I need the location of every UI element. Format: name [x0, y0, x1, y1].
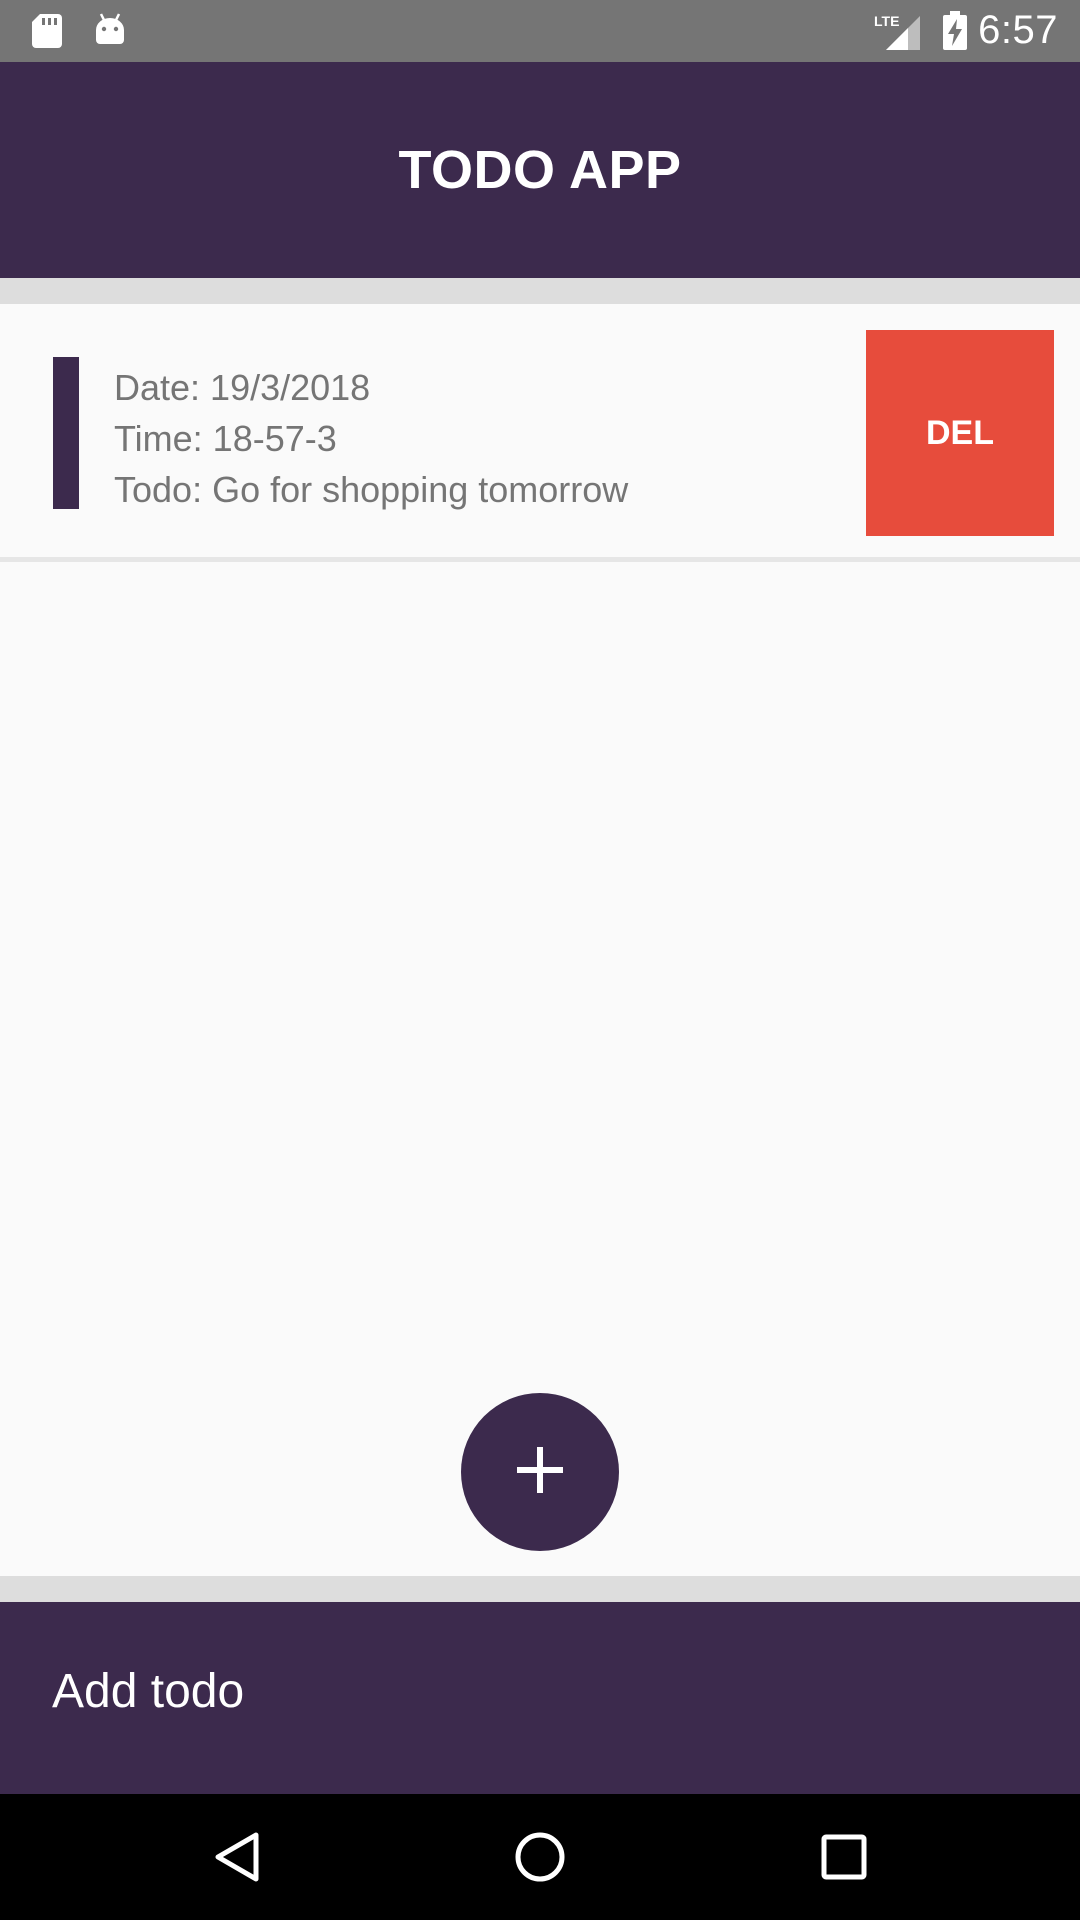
- page-title: TODO APP: [398, 140, 682, 200]
- system-nav-bar: [0, 1794, 1080, 1920]
- plus-icon: [515, 1445, 565, 1500]
- battery-charging-icon: [942, 11, 968, 56]
- lte-signal-icon: LTE: [874, 12, 922, 57]
- add-todo-fab[interactable]: [461, 1393, 619, 1551]
- add-todo-label: Add todo: [52, 1665, 245, 1718]
- add-todo-bar[interactable]: Add todo: [0, 1602, 1080, 1794]
- status-bar: LTE 6:57: [0, 0, 1080, 62]
- status-time: 6:57: [978, 8, 1058, 52]
- bottom-divider: [0, 1576, 1080, 1602]
- top-divider: [0, 278, 1080, 304]
- home-icon[interactable]: [510, 1827, 570, 1892]
- list-item: Date: 19/3/2018 Time: 18-57-3 Todo: Go f…: [0, 304, 1080, 562]
- delete-button[interactable]: DEL: [866, 330, 1054, 536]
- todo-description: Todo: Go for shopping tomorrow: [114, 469, 629, 510]
- todo-time: Time: 18-57-3: [114, 418, 337, 459]
- todo-date: Date: 19/3/2018: [114, 367, 371, 408]
- svg-text:LTE: LTE: [874, 13, 899, 29]
- android-icon: [93, 10, 127, 53]
- sd-card-icon: [30, 12, 64, 55]
- todo-text-block: Date: 19/3/2018 Time: 18-57-3 Todo: Go f…: [114, 362, 628, 515]
- back-icon[interactable]: [208, 1827, 268, 1892]
- item-accent-bar: [53, 357, 79, 509]
- app-bar: TODO APP: [0, 62, 1080, 278]
- todo-list: Date: 19/3/2018 Time: 18-57-3 Todo: Go f…: [0, 304, 1080, 562]
- screen: LTE 6:57 TODO APP Date: 19/3/2018 Time: …: [0, 0, 1080, 1920]
- recents-icon[interactable]: [814, 1827, 874, 1892]
